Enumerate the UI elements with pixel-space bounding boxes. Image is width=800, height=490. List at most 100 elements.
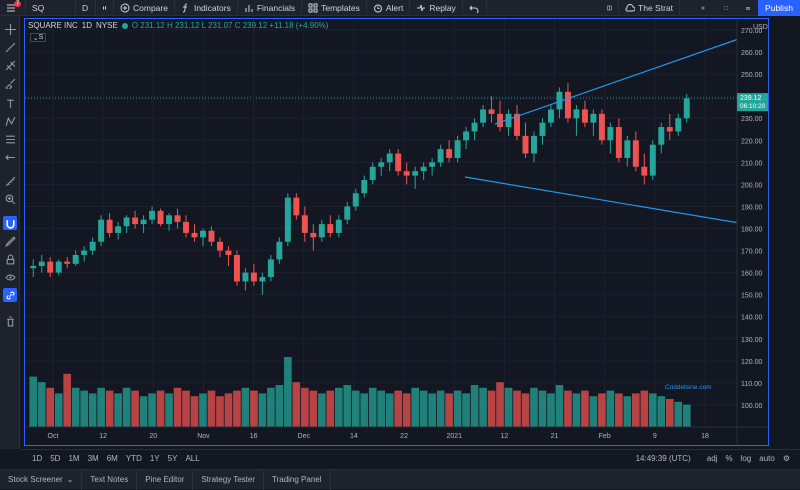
compare-button[interactable]: Compare bbox=[114, 0, 175, 16]
price-tick-label: 160.00 bbox=[741, 271, 763, 278]
volume-bar bbox=[428, 393, 436, 427]
delete-drawings-tool[interactable] bbox=[3, 314, 17, 328]
volume-bar bbox=[674, 401, 683, 427]
candle-body bbox=[649, 144, 656, 176]
tab-pine-editor[interactable]: Pine Editor bbox=[137, 469, 194, 490]
magnet-tool[interactable] bbox=[3, 216, 17, 230]
alert-button[interactable]: Alert bbox=[367, 0, 411, 16]
timeframe-5y[interactable]: 5Y bbox=[164, 454, 182, 463]
main-menu-button[interactable]: 7 bbox=[0, 0, 26, 16]
volume-bar bbox=[131, 390, 139, 427]
publish-button[interactable]: Publish bbox=[758, 0, 800, 16]
clock[interactable]: 14:49:39 (UTC) bbox=[632, 454, 695, 463]
chart-pane[interactable]: Criddelsine.com USD270.00260.00250.00240… bbox=[24, 18, 794, 446]
volume-bar bbox=[682, 404, 691, 427]
legend-collapse-button[interactable]: ⌄ S bbox=[30, 33, 46, 42]
prediction-tool[interactable] bbox=[3, 132, 17, 146]
undo-button[interactable] bbox=[463, 0, 487, 16]
candle-body bbox=[522, 135, 529, 154]
settings-icon[interactable]: ⚙ bbox=[779, 454, 794, 463]
gear-icon bbox=[701, 6, 705, 10]
hide-drawings-tool[interactable] bbox=[3, 270, 17, 284]
trend-lines[interactable]: Criddelsine.com bbox=[464, 34, 794, 391]
log-toggle[interactable]: log bbox=[737, 454, 756, 463]
snapshot-button[interactable] bbox=[740, 0, 756, 16]
last-price-label: 239.12 bbox=[740, 95, 762, 102]
crosshair-tool[interactable] bbox=[3, 22, 17, 36]
candle-body bbox=[225, 250, 232, 255]
back-arrow-tool[interactable] bbox=[3, 150, 17, 164]
cloud-icon bbox=[625, 3, 636, 12]
candle-body bbox=[437, 149, 444, 163]
candle-body bbox=[216, 241, 223, 251]
templates-button[interactable]: Templates bbox=[302, 0, 367, 16]
timeframe-1m[interactable]: 1M bbox=[64, 454, 83, 463]
volume-bar bbox=[190, 396, 199, 427]
timeframe-1d[interactable]: 1D bbox=[28, 454, 46, 463]
price-chart[interactable]: Criddelsine.com USD270.00260.00250.00240… bbox=[25, 19, 794, 445]
interval-button[interactable]: D bbox=[76, 0, 96, 16]
candle-body bbox=[488, 109, 495, 114]
symbol-search[interactable]: SQ bbox=[26, 0, 76, 16]
chart-bars-icon bbox=[245, 4, 253, 12]
volume-bar bbox=[114, 393, 122, 427]
financials-button[interactable]: Financials bbox=[238, 0, 303, 16]
chart-legend[interactable]: SQUARE INC 1D NYSE O 231.12 H 231.12 L 2… bbox=[28, 21, 328, 30]
replay-button[interactable]: Replay bbox=[410, 0, 463, 16]
ruler-icon bbox=[5, 176, 15, 186]
volume-bar bbox=[258, 393, 267, 427]
timeframe-all[interactable]: ALL bbox=[181, 454, 203, 463]
volume-bar bbox=[377, 390, 386, 427]
volume-bar bbox=[411, 387, 419, 427]
zoom-tool[interactable] bbox=[3, 192, 17, 206]
candle-body bbox=[47, 261, 54, 273]
timeframe-6m[interactable]: 6M bbox=[103, 454, 122, 463]
timeframe-1y[interactable]: 1Y bbox=[146, 454, 164, 463]
time-tick-label: Oct bbox=[48, 433, 59, 440]
chart-type-button[interactable] bbox=[96, 0, 114, 16]
tab-strategy-tester[interactable]: Strategy Tester bbox=[193, 469, 264, 490]
stay-drawing-tool[interactable] bbox=[3, 234, 17, 248]
candle-body bbox=[267, 259, 274, 278]
trendline-tool[interactable] bbox=[3, 40, 17, 54]
tab-trading-panel[interactable]: Trading Panel bbox=[264, 469, 331, 490]
price-tick-label: 210.00 bbox=[741, 160, 763, 167]
candle-body bbox=[547, 109, 554, 123]
candle-body bbox=[276, 241, 283, 260]
indicators-button[interactable]: Indicators bbox=[175, 0, 238, 16]
volume-bar bbox=[216, 396, 224, 427]
adj-toggle[interactable]: adj bbox=[703, 454, 722, 463]
percent-toggle[interactable]: % bbox=[721, 454, 736, 463]
function-icon bbox=[182, 3, 188, 12]
layout-name-button[interactable]: The Strat bbox=[619, 0, 680, 16]
volume-bar bbox=[199, 393, 207, 427]
timeframe-ytd[interactable]: YTD bbox=[122, 454, 146, 463]
volume-bar bbox=[173, 387, 182, 427]
volume-bar bbox=[351, 390, 360, 427]
fib-tool[interactable] bbox=[3, 58, 17, 72]
text-tool[interactable] bbox=[3, 96, 17, 110]
volume-bar bbox=[156, 390, 165, 427]
ruler-tool[interactable] bbox=[3, 174, 17, 188]
zoom-in-icon bbox=[5, 194, 15, 204]
layout-select-button[interactable] bbox=[601, 0, 620, 16]
price-axis[interactable]: USD270.00260.00250.00240.00230.00220.002… bbox=[736, 19, 768, 445]
brush-tool[interactable] bbox=[3, 76, 17, 90]
auto-toggle[interactable]: auto bbox=[755, 454, 779, 463]
candle-body bbox=[123, 217, 130, 227]
countdown-label: 06:10:20 bbox=[740, 103, 766, 110]
link-tool[interactable] bbox=[3, 288, 17, 302]
fullscreen-button[interactable] bbox=[718, 0, 734, 16]
pattern-tool[interactable] bbox=[3, 114, 17, 128]
timeframe-5d[interactable]: 5D bbox=[46, 454, 64, 463]
trendline-icon bbox=[5, 42, 15, 52]
volume-bar bbox=[470, 385, 479, 427]
volume-bar bbox=[63, 373, 72, 427]
settings-button[interactable] bbox=[695, 0, 711, 16]
volume-bar bbox=[301, 387, 309, 427]
time-axis[interactable]: Oct 12 20 Nov 16 Dec 14 22 2021 12 21 Feb 9 18 bbox=[25, 426, 768, 440]
tab-text-notes[interactable]: Text Notes bbox=[82, 469, 138, 490]
timeframe-3m[interactable]: 3M bbox=[84, 454, 103, 463]
lock-drawings-tool[interactable] bbox=[3, 252, 17, 266]
tab-stock-screener[interactable]: Stock Screener ⌄ bbox=[0, 469, 83, 490]
